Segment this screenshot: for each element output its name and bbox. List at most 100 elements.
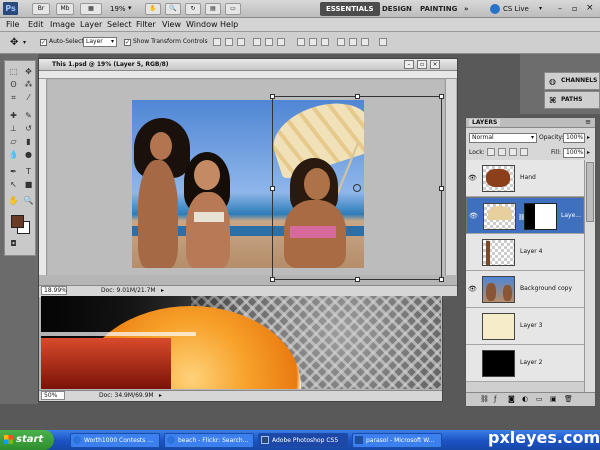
scrollbar-thumb[interactable] bbox=[586, 162, 594, 222]
chevron-right-icon[interactable]: ▸ bbox=[159, 391, 162, 401]
eraser-tool-icon[interactable]: ▱ bbox=[8, 137, 19, 147]
document-1-zoom-field[interactable]: 18.99% bbox=[41, 286, 67, 295]
chevron-right-icon[interactable]: ▸ bbox=[587, 134, 590, 141]
distribute-hcenter-icon[interactable] bbox=[349, 38, 357, 46]
layer-row-layer-2[interactable]: Layer 2 bbox=[466, 345, 584, 382]
channels-panel-button[interactable]: ◍ CHANNELS bbox=[544, 72, 600, 90]
eyedropper-tool-icon[interactable]: ⁄ bbox=[23, 93, 34, 103]
menu-edit[interactable]: Edit bbox=[28, 20, 44, 29]
transform-handle-bottom-right[interactable] bbox=[439, 277, 444, 282]
minimize-icon[interactable]: – bbox=[404, 60, 414, 69]
hand-tool-icon[interactable]: ✋ bbox=[8, 196, 19, 206]
start-button[interactable]: start bbox=[0, 430, 54, 450]
blur-tool-icon[interactable]: 💧 bbox=[8, 150, 19, 160]
gradient-tool-icon[interactable]: ▮ bbox=[23, 137, 34, 147]
transform-handle-bottom-left[interactable] bbox=[270, 277, 275, 282]
lock-transparency-icon[interactable] bbox=[487, 148, 495, 156]
align-horizontal-center-icon[interactable] bbox=[265, 38, 273, 46]
transform-reference-point[interactable] bbox=[353, 184, 361, 192]
quick-mask-icon[interactable]: ◘ bbox=[8, 239, 19, 249]
add-mask-icon[interactable]: ◙ bbox=[508, 395, 515, 403]
document-2-zoom-field[interactable]: 50% bbox=[41, 391, 65, 400]
distribute-left-icon[interactable] bbox=[337, 38, 345, 46]
workspace-design[interactable]: DESIGN bbox=[376, 2, 418, 16]
layer-style-icon[interactable]: ƒ bbox=[494, 395, 496, 403]
close-icon[interactable]: × bbox=[586, 3, 594, 13]
workspace-overflow-icon[interactable]: » bbox=[458, 2, 475, 16]
align-top-icon[interactable] bbox=[213, 38, 221, 46]
eye-icon[interactable]: 👁 bbox=[469, 212, 478, 220]
distribute-center-icon[interactable] bbox=[309, 38, 317, 46]
clone-stamp-tool-icon[interactable]: ⊥ bbox=[8, 124, 19, 134]
auto-align-icon[interactable] bbox=[379, 38, 387, 46]
distribute-bottom-icon[interactable] bbox=[321, 38, 329, 46]
taskbar-item-worth1000[interactable]: Worth1000 Contests ... bbox=[70, 433, 160, 448]
hand-tool-icon[interactable]: ✋ bbox=[145, 3, 161, 15]
layers-scrollbar[interactable] bbox=[584, 160, 595, 392]
menu-file[interactable]: File bbox=[6, 20, 19, 29]
brush-tool-icon[interactable]: ✎ bbox=[23, 111, 34, 121]
move-tool-icon[interactable]: ✥ bbox=[23, 67, 34, 77]
menu-view[interactable]: View bbox=[162, 20, 181, 29]
eye-visibility-toggle[interactable] bbox=[468, 359, 476, 367]
fill-input[interactable]: 100% bbox=[563, 148, 585, 158]
pen-tool-icon[interactable]: ✒ bbox=[8, 167, 19, 177]
lock-position-icon[interactable] bbox=[509, 148, 517, 156]
workspace-painting[interactable]: PAINTING bbox=[414, 2, 463, 16]
menu-image[interactable]: Image bbox=[50, 20, 75, 29]
transform-handle-left[interactable] bbox=[270, 186, 275, 191]
lock-all-icon[interactable] bbox=[520, 148, 528, 156]
layer-row-layer-5[interactable]: 👁 ⛓ Laye... bbox=[466, 197, 584, 234]
layer-row-layer-4[interactable]: Layer 4 bbox=[466, 234, 584, 271]
new-group-icon[interactable]: ▭ bbox=[536, 395, 543, 403]
minimize-icon[interactable]: – bbox=[558, 4, 562, 13]
chevron-right-icon[interactable]: ▸ bbox=[587, 149, 590, 156]
trash-icon[interactable]: 🗑 bbox=[564, 395, 573, 403]
align-left-icon[interactable] bbox=[253, 38, 261, 46]
zoom-tool-icon[interactable]: 🔍 bbox=[165, 3, 181, 15]
lock-image-icon[interactable] bbox=[498, 148, 506, 156]
restore-icon[interactable]: ▫ bbox=[572, 4, 577, 13]
restore-icon[interactable]: ▫ bbox=[417, 60, 427, 69]
zoom-tool-icon[interactable]: 🔍 bbox=[23, 196, 34, 206]
type-tool-icon[interactable]: T bbox=[23, 167, 34, 177]
menu-window[interactable]: Window bbox=[186, 20, 218, 29]
arrange-documents-icon[interactable]: ▤ bbox=[205, 3, 221, 15]
foreground-color-swatch[interactable] bbox=[11, 215, 24, 228]
taskbar-item-word[interactable]: parasol - Microsoft W... bbox=[352, 433, 442, 448]
crop-tool-icon[interactable]: ⌗ bbox=[8, 93, 19, 103]
zoom-level-dropdown[interactable]: 19% bbox=[110, 5, 126, 13]
vertical-scrollbar[interactable] bbox=[445, 79, 456, 275]
healing-brush-tool-icon[interactable]: ✚ bbox=[8, 111, 19, 121]
show-transform-controls-checkbox[interactable]: ✓ bbox=[124, 39, 131, 46]
cs-live-menu[interactable]: CS Live bbox=[503, 5, 529, 13]
menu-help[interactable]: Help bbox=[220, 20, 238, 29]
close-icon[interactable]: × bbox=[430, 60, 440, 69]
blend-mode-dropdown[interactable]: Normal ▾ bbox=[469, 133, 537, 143]
dodge-tool-icon[interactable]: ● bbox=[23, 150, 34, 160]
eye-icon[interactable]: 👁 bbox=[468, 285, 477, 293]
menu-select[interactable]: Select bbox=[107, 20, 132, 29]
move-tool-preset-icon[interactable]: ✥ bbox=[10, 37, 18, 48]
distribute-right-icon[interactable] bbox=[361, 38, 369, 46]
chevron-right-icon[interactable]: ▸ bbox=[161, 286, 164, 296]
menu-filter[interactable]: Filter bbox=[136, 20, 156, 29]
layer-row-background-copy[interactable]: 👁 Background copy bbox=[466, 271, 584, 308]
lasso-tool-icon[interactable]: ʘ bbox=[8, 80, 19, 90]
align-right-icon[interactable] bbox=[277, 38, 285, 46]
workspace-essentials[interactable]: ESSENTIALS bbox=[320, 2, 380, 16]
shape-tool-icon[interactable]: ■ bbox=[23, 180, 34, 190]
quick-select-tool-icon[interactable]: ⁂ bbox=[23, 80, 34, 90]
transform-handle-top-right[interactable] bbox=[439, 94, 444, 99]
marquee-tool-icon[interactable]: ⬚ bbox=[8, 67, 19, 77]
screen-mode-icon[interactable]: ▭ bbox=[225, 3, 241, 15]
link-layers-icon[interactable]: ⛓ bbox=[480, 395, 489, 403]
mini-bridge-button[interactable]: Mb bbox=[56, 3, 74, 15]
bridge-button[interactable]: Br bbox=[32, 3, 50, 15]
view-extras-button[interactable]: ▦ bbox=[80, 3, 102, 15]
align-vertical-center-icon[interactable] bbox=[225, 38, 233, 46]
auto-select-target-dropdown[interactable]: Layer ▾ bbox=[83, 37, 117, 47]
transform-handle-bottom[interactable] bbox=[355, 277, 360, 282]
layer-row-hand[interactable]: 👁 Hand bbox=[466, 160, 584, 197]
distribute-top-icon[interactable] bbox=[297, 38, 305, 46]
